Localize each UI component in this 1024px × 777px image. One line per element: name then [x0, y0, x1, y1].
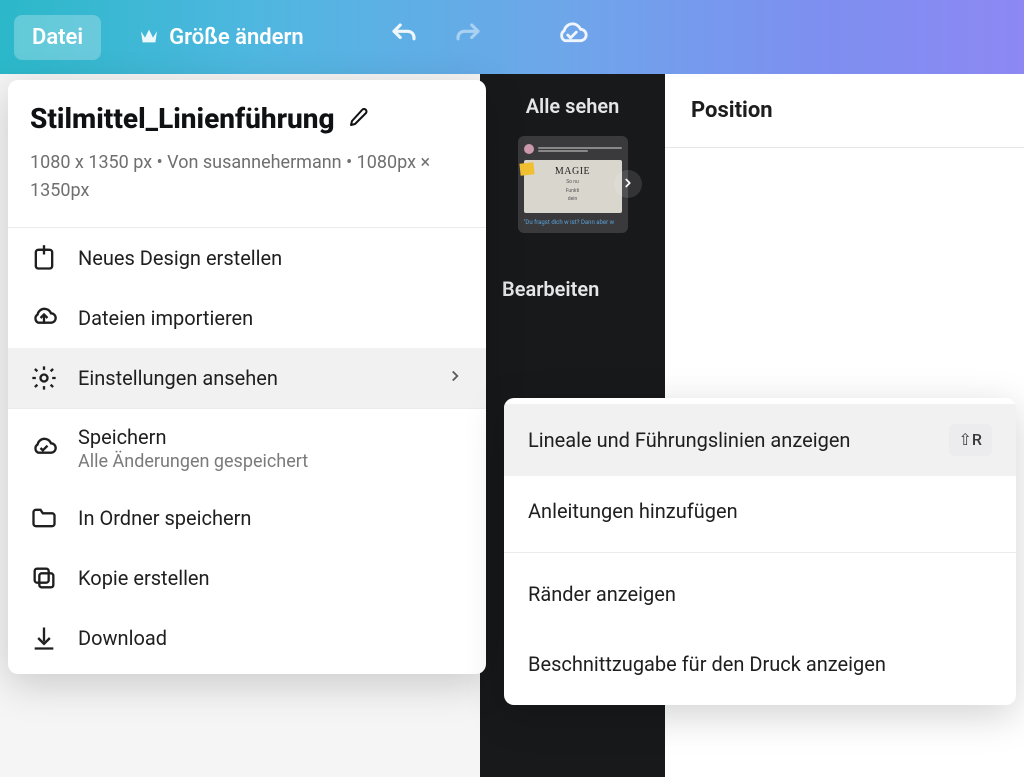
menu-item-label: Speichern	[78, 425, 464, 449]
add-guides-item[interactable]: Anleitungen hinzufügen	[504, 476, 1016, 546]
keyboard-shortcut: ⇧R	[949, 424, 992, 456]
file-menu-label: Datei	[32, 25, 83, 50]
menu-item-label: Download	[78, 626, 167, 650]
copy-icon	[30, 564, 58, 592]
file-menu-button[interactable]: Datei	[14, 15, 101, 60]
cloud-check-icon	[555, 18, 589, 56]
thumb-sub: So nu	[566, 179, 579, 186]
folder-icon	[30, 504, 58, 532]
pencil-icon[interactable]	[347, 105, 371, 133]
edit-section-label: Bearbeiten	[480, 277, 665, 301]
redo-button[interactable]	[446, 15, 490, 59]
undo-icon	[389, 20, 419, 54]
thumb-sub: Funkti	[566, 188, 580, 195]
submenu-item-label: Lineale und Führungslinien anzeigen	[528, 425, 935, 455]
cloud-check-icon	[30, 434, 58, 462]
thumb-sub: dein	[568, 196, 577, 203]
new-icon	[30, 244, 58, 272]
show-bleed-item[interactable]: Beschnittzugabe für den Druck anzeigen	[504, 629, 1016, 699]
settings-submenu: Lineale und Führungslinien anzeigen ⇧R A…	[504, 398, 1016, 705]
thumb-caption: "Du fragst dich w ist? Dann aber w	[524, 219, 622, 227]
submenu-item-label: Anleitungen hinzufügen	[528, 496, 992, 526]
chevron-right-icon	[621, 175, 635, 194]
crown-icon	[139, 25, 159, 50]
see-all-link[interactable]: Alle sehen	[480, 94, 665, 118]
download-icon	[30, 624, 58, 652]
menu-item-label: Neues Design erstellen	[78, 246, 282, 270]
document-meta: 1080 x 1350 px • Von susannehermann • 10…	[8, 141, 486, 227]
show-rulers-item[interactable]: Lineale und Führungslinien anzeigen ⇧R	[504, 404, 1016, 476]
show-margins-item[interactable]: Ränder anzeigen	[504, 559, 1016, 629]
template-thumbnail[interactable]: MAGIE So nu Funkti dein "Du fragst dich …	[518, 136, 628, 233]
menu-item-label: In Ordner speichern	[78, 506, 251, 530]
menu-item-label: Dateien importieren	[78, 306, 253, 330]
gear-icon	[30, 364, 58, 392]
file-dropdown: Stilmittel_Linienführung 1080 x 1350 px …	[8, 80, 486, 674]
document-title[interactable]: Stilmittel_Linienführung	[30, 102, 335, 135]
resize-button[interactable]: Größe ändern	[121, 15, 322, 60]
menu-item-label: Kopie erstellen	[78, 566, 210, 590]
menu-item-label: Einstellungen ansehen	[78, 366, 278, 390]
submenu-item-label: Ränder anzeigen	[528, 579, 992, 609]
chevron-right-icon	[446, 366, 464, 390]
new-design-item[interactable]: Neues Design erstellen	[8, 228, 486, 288]
resize-label: Größe ändern	[169, 25, 304, 50]
save-status: Alle Änderungen gespeichert	[78, 451, 464, 472]
sticky-note-icon	[519, 162, 534, 175]
topbar: Datei Größe ändern	[0, 0, 1024, 74]
submenu-item-label: Beschnittzugabe für den Druck anzeigen	[528, 649, 992, 679]
cloud-sync-button[interactable]	[550, 15, 594, 59]
position-title: Position	[665, 74, 1024, 148]
view-settings-item[interactable]: Einstellungen ansehen	[8, 348, 486, 408]
thumb-title: MAGIE	[555, 166, 590, 177]
download-item[interactable]: Download	[8, 608, 486, 668]
save-to-folder-item[interactable]: In Ordner speichern	[8, 488, 486, 548]
avatar	[524, 144, 534, 154]
save-item[interactable]: Speichern Alle Änderungen gespeichert	[8, 409, 486, 488]
import-files-item[interactable]: Dateien importieren	[8, 288, 486, 348]
make-copy-item[interactable]: Kopie erstellen	[8, 548, 486, 608]
next-template-button[interactable]	[614, 170, 642, 198]
undo-button[interactable]	[382, 15, 426, 59]
cloud-upload-icon	[30, 304, 58, 332]
redo-icon	[453, 20, 483, 54]
